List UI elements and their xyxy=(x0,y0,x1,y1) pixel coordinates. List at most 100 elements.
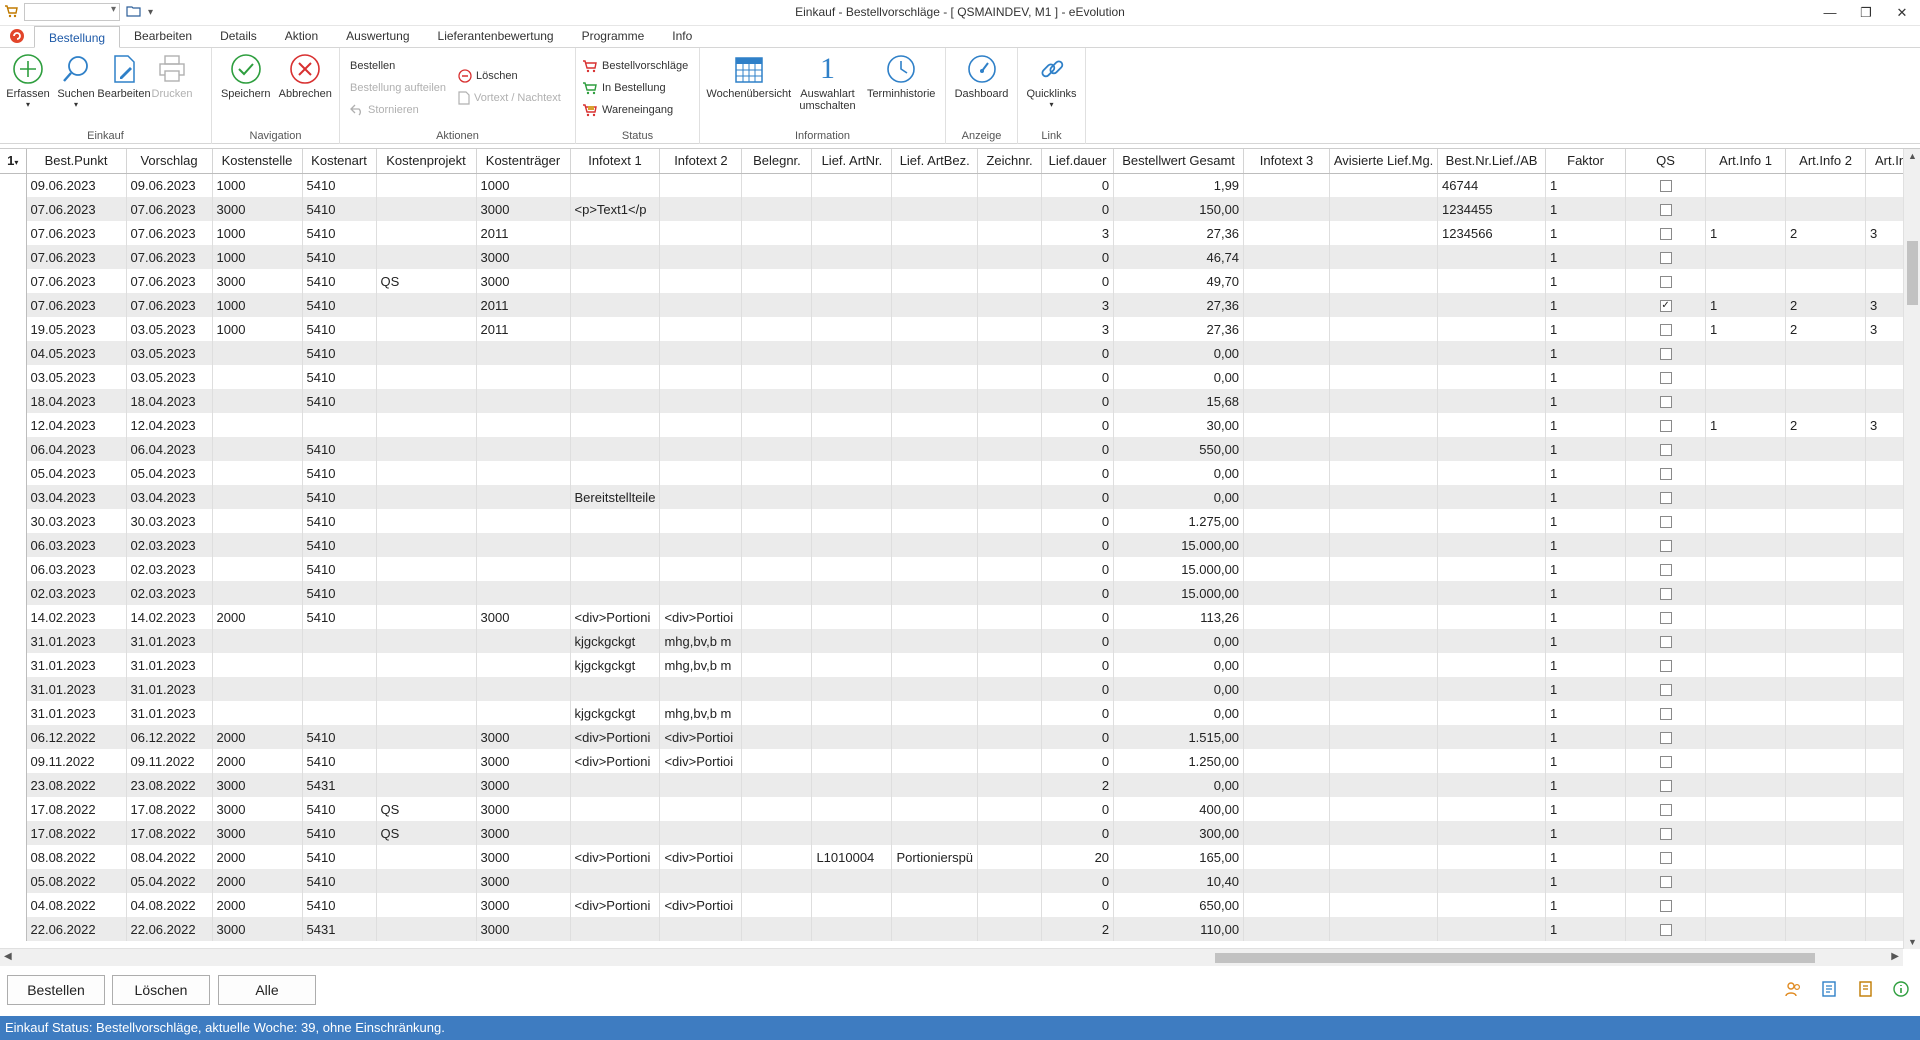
table-cell[interactable]: <div>Portioni xyxy=(570,605,661,629)
table-cell[interactable] xyxy=(811,317,893,341)
table-cell[interactable] xyxy=(1243,917,1331,941)
table-cell[interactable] xyxy=(476,509,571,533)
table-cell[interactable] xyxy=(570,245,661,269)
table-cell[interactable]: 07.06.2023 xyxy=(26,269,127,293)
table-cell[interactable] xyxy=(741,605,813,629)
table-cell[interactable] xyxy=(212,341,303,365)
table-cell[interactable] xyxy=(212,437,303,461)
table-cell[interactable]: 17.08.2022 xyxy=(126,797,213,821)
table-row[interactable]: 06.03.2023 02.03.2023 5410 0 15.000,00 1 xyxy=(0,557,1917,581)
table-cell[interactable]: 5410 xyxy=(302,893,377,917)
table-cell[interactable] xyxy=(1705,605,1787,629)
table-cell[interactable] xyxy=(376,701,477,725)
table-cell[interactable]: 07.06.2023 xyxy=(26,197,127,221)
qs-checkbox[interactable] xyxy=(1659,732,1672,745)
table-cell[interactable] xyxy=(1705,365,1787,389)
table-cell[interactable]: 31.01.2023 xyxy=(126,677,213,701)
table-cell[interactable] xyxy=(1705,749,1787,773)
table-cell[interactable]: 0,00 xyxy=(1113,629,1245,653)
qs-checkbox[interactable] xyxy=(1659,276,1672,289)
qs-checkbox[interactable] xyxy=(1659,516,1672,529)
table-cell[interactable] xyxy=(811,629,893,653)
qs-checkbox-cell[interactable] xyxy=(1625,653,1707,677)
table-cell[interactable] xyxy=(811,413,893,437)
purchase-proposals-grid[interactable]: 1▾ Best.Punkt Vorschlag Kostenstelle Kosten… xyxy=(0,148,1920,966)
qs-checkbox-cell[interactable] xyxy=(1625,629,1707,653)
table-cell[interactable]: 07.06.2023 xyxy=(26,293,127,317)
table-cell[interactable] xyxy=(811,797,893,821)
column-header[interactable]: Lief.dauer xyxy=(1041,149,1115,174)
table-cell[interactable] xyxy=(1437,701,1547,725)
table-cell[interactable] xyxy=(1437,605,1547,629)
table-cell[interactable] xyxy=(891,437,979,461)
table-cell[interactable] xyxy=(811,701,893,725)
table-row[interactable]: 30.03.2023 30.03.2023 5410 0 1.275,00 1 xyxy=(0,509,1917,533)
table-cell[interactable]: 0 xyxy=(1041,269,1115,293)
table-cell[interactable] xyxy=(741,701,813,725)
table-cell[interactable] xyxy=(811,389,893,413)
table-cell[interactable] xyxy=(1705,173,1787,197)
table-cell[interactable]: 3000 xyxy=(212,797,303,821)
table-cell[interactable]: 5410 xyxy=(302,173,377,197)
table-cell[interactable] xyxy=(1705,629,1787,653)
row-header[interactable] xyxy=(0,245,27,269)
table-cell[interactable]: 03.05.2023 xyxy=(26,365,127,389)
row-header[interactable] xyxy=(0,677,27,701)
table-cell[interactable]: 3000 xyxy=(476,845,571,869)
table-cell[interactable] xyxy=(376,893,477,917)
table-cell[interactable] xyxy=(302,701,377,725)
table-cell[interactable]: 1 xyxy=(1545,485,1627,509)
table-cell[interactable] xyxy=(1785,773,1867,797)
table-cell[interactable]: 17.08.2022 xyxy=(26,797,127,821)
qs-checkbox-cell[interactable] xyxy=(1625,221,1707,245)
column-header[interactable]: Kostenart xyxy=(302,149,377,174)
qs-checkbox-cell[interactable] xyxy=(1625,485,1707,509)
table-cell[interactable]: 2011 xyxy=(476,221,571,245)
row-header[interactable] xyxy=(0,317,27,341)
table-cell[interactable]: 0 xyxy=(1041,509,1115,533)
table-cell[interactable] xyxy=(376,245,477,269)
table-row[interactable]: 07.06.2023 07.06.2023 1000 5410 2011 3 27,36 12… xyxy=(0,221,1917,245)
table-row[interactable]: 23.08.2022 23.08.2022 3000 5431 3000 2 0,00 1 xyxy=(0,773,1917,797)
table-cell[interactable]: 15,68 xyxy=(1113,389,1245,413)
qs-checkbox-cell[interactable] xyxy=(1625,317,1707,341)
table-cell[interactable] xyxy=(1437,797,1547,821)
table-cell[interactable] xyxy=(1243,485,1331,509)
table-cell[interactable] xyxy=(212,365,303,389)
table-cell[interactable] xyxy=(1243,245,1331,269)
column-header[interactable]: Art.Info 2 xyxy=(1785,149,1867,174)
table-cell[interactable] xyxy=(1785,581,1867,605)
table-cell[interactable] xyxy=(1785,653,1867,677)
table-cell[interactable] xyxy=(659,197,743,221)
table-cell[interactable] xyxy=(1243,845,1331,869)
table-cell[interactable] xyxy=(741,893,813,917)
table-cell[interactable] xyxy=(1785,509,1867,533)
table-cell[interactable]: 0,00 xyxy=(1113,701,1245,725)
table-cell[interactable] xyxy=(1243,557,1331,581)
table-cell[interactable]: 09.06.2023 xyxy=(126,173,213,197)
table-cell[interactable] xyxy=(741,533,813,557)
row-header[interactable] xyxy=(0,509,27,533)
table-cell[interactable] xyxy=(1785,437,1867,461)
table-cell[interactable] xyxy=(1785,197,1867,221)
table-cell[interactable]: 09.06.2023 xyxy=(26,173,127,197)
table-cell[interactable]: 3000 xyxy=(476,197,571,221)
table-cell[interactable] xyxy=(659,461,743,485)
table-cell[interactable] xyxy=(376,317,477,341)
table-cell[interactable] xyxy=(811,557,893,581)
table-cell[interactable]: 0,00 xyxy=(1113,461,1245,485)
table-cell[interactable]: 31.01.2023 xyxy=(126,701,213,725)
column-header[interactable]: Best.Nr.Lief./AB xyxy=(1437,149,1547,174)
table-cell[interactable] xyxy=(476,701,571,725)
tab-lieferantenbewertung[interactable]: Lieferantenbewertung xyxy=(424,25,568,47)
table-cell[interactable] xyxy=(659,509,743,533)
table-cell[interactable]: 1 xyxy=(1545,293,1627,317)
table-cell[interactable] xyxy=(1437,893,1547,917)
table-cell[interactable] xyxy=(1329,533,1439,557)
row-header[interactable] xyxy=(0,197,27,221)
column-header[interactable]: Lief. ArtNr. xyxy=(811,149,893,174)
qs-checkbox[interactable] xyxy=(1659,564,1672,577)
table-cell[interactable] xyxy=(570,461,661,485)
table-row[interactable]: 03.05.2023 03.05.2023 5410 0 0,00 1 xyxy=(0,365,1917,389)
table-cell[interactable]: 1.515,00 xyxy=(1113,725,1245,749)
